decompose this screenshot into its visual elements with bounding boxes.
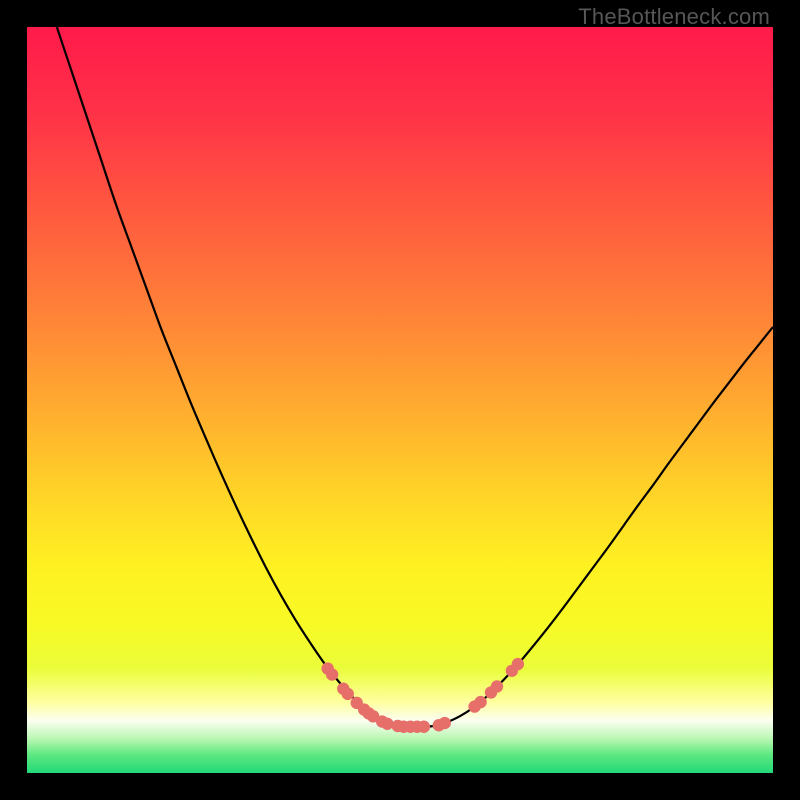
- data-point: [512, 658, 524, 670]
- data-point: [342, 688, 354, 700]
- data-point: [439, 717, 451, 729]
- data-markers: [321, 658, 524, 733]
- data-point: [418, 721, 430, 733]
- right-curve: [411, 327, 773, 727]
- data-point: [474, 696, 486, 708]
- outer-frame: TheBottleneck.com: [0, 0, 800, 800]
- chart-svg: [27, 27, 773, 773]
- data-point: [326, 668, 338, 680]
- data-point: [491, 680, 503, 692]
- data-point: [381, 718, 393, 730]
- plot-area: [27, 27, 773, 773]
- left-curve: [57, 27, 411, 727]
